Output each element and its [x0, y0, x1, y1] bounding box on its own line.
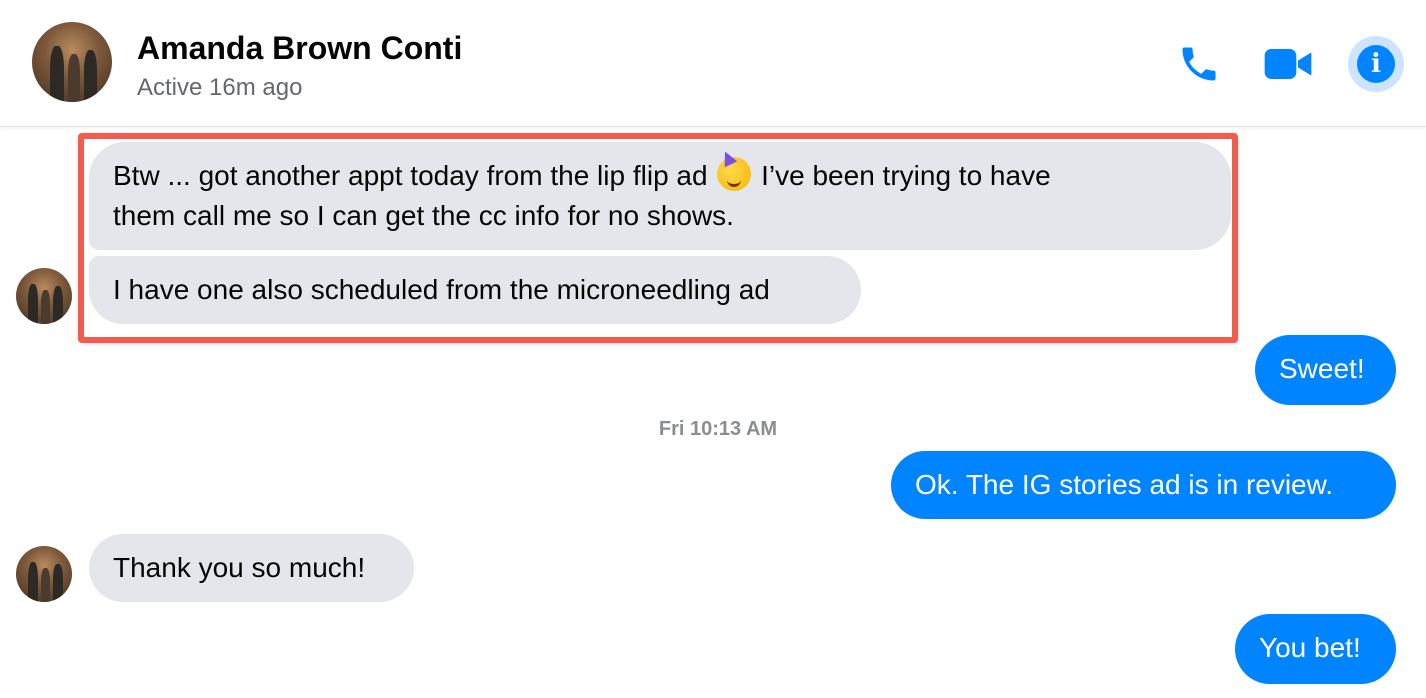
message-bubble-outgoing[interactable]: Sweet! — [1255, 335, 1396, 405]
message-text: I have one also scheduled from the micro… — [113, 274, 770, 305]
message-text: Ok. The IG stories ad is in review. — [915, 469, 1334, 500]
active-status: Active 16m ago — [137, 74, 303, 101]
message-bubble-outgoing[interactable]: Ok. The IG stories ad is in review. — [891, 451, 1396, 519]
contact-avatar-small[interactable] — [16, 546, 72, 602]
message-text: Sweet! — [1279, 353, 1365, 384]
message-text: Btw ... got another appt today from the … — [113, 160, 708, 191]
message-bubble-outgoing[interactable]: You bet! — [1235, 614, 1396, 684]
info-icon: i — [1357, 45, 1395, 83]
message-text: You bet! — [1259, 632, 1361, 663]
video-call-button[interactable] — [1260, 36, 1316, 92]
phone-icon — [1182, 47, 1216, 81]
audio-call-button[interactable] — [1171, 36, 1227, 92]
contact-name[interactable]: Amanda Brown Conti — [137, 30, 462, 67]
message-text: them call me so I can get the cc info fo… — [113, 200, 734, 231]
message-bubble-incoming[interactable]: Btw ... got another appt today from the … — [89, 142, 1231, 250]
video-camera-icon — [1264, 49, 1312, 79]
conversation-header: Amanda Brown Conti Active 16m ago i — [0, 0, 1426, 127]
message-text: Thank you so much! — [113, 552, 366, 583]
partying-face-emoji — [717, 157, 752, 191]
contact-avatar[interactable] — [32, 22, 112, 102]
message-bubble-incoming[interactable]: Thank you so much! — [89, 534, 414, 602]
conversation-info-button[interactable]: i — [1348, 36, 1404, 92]
message-timestamp: Fri 10:13 AM — [658, 418, 778, 440]
contact-avatar-small[interactable] — [16, 268, 72, 324]
message-text: I’ve been trying to have — [761, 160, 1051, 191]
message-bubble-incoming[interactable]: I have one also scheduled from the micro… — [89, 256, 861, 324]
